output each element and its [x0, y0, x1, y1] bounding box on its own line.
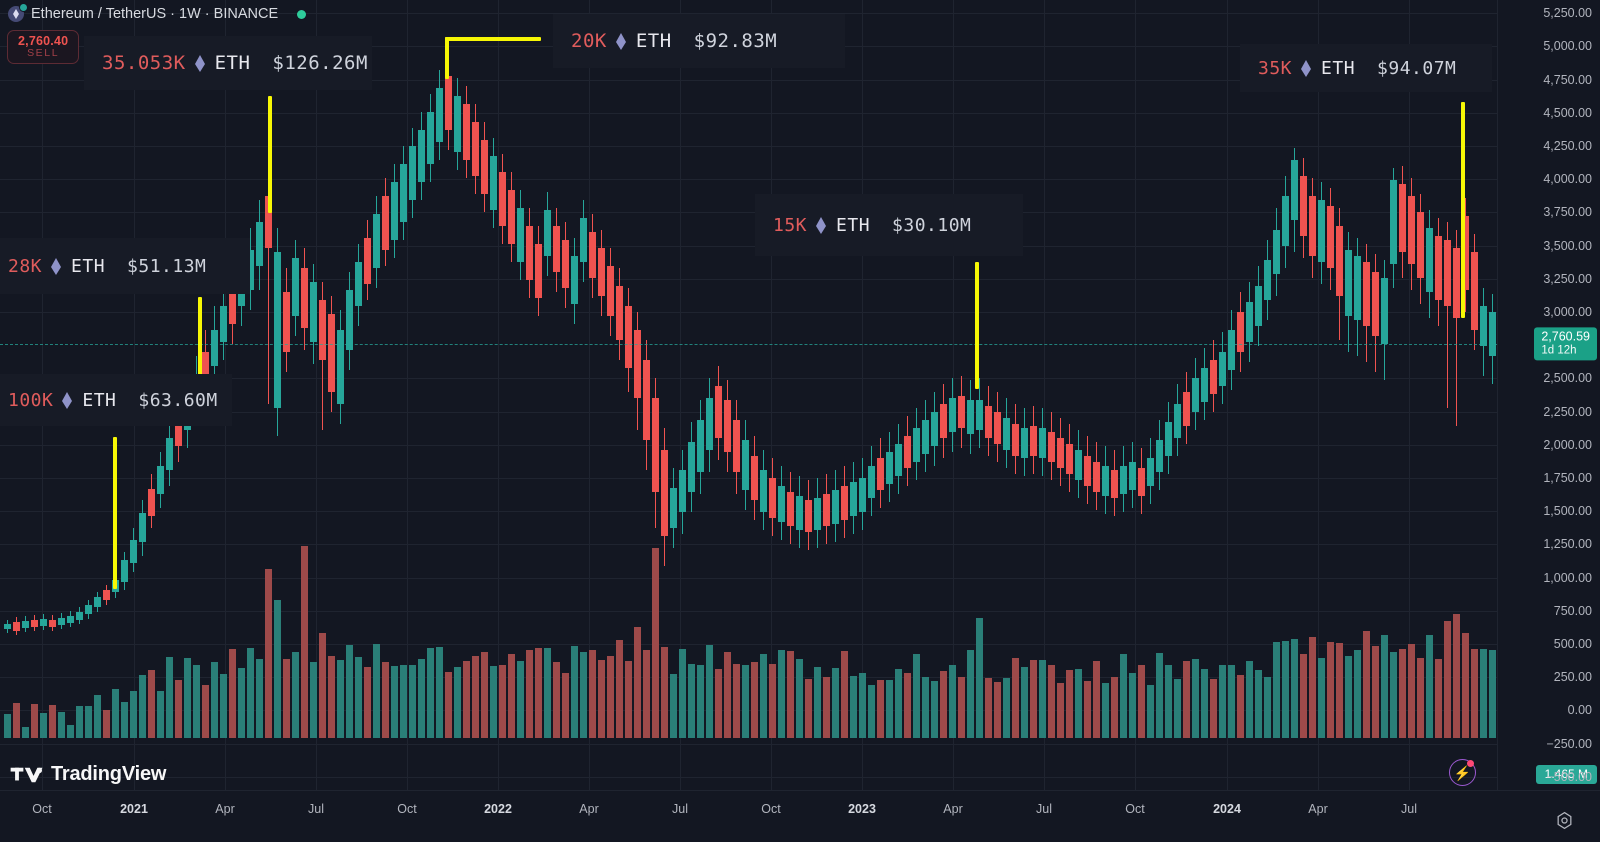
price-axis-tick: 2,500.00 [1543, 371, 1592, 386]
whale-alert-label: 100K ETH $63.60M [0, 374, 232, 426]
whale-alert-asset: ETH [836, 214, 871, 236]
time-axis-tick: Jul [1036, 802, 1052, 816]
symbol-title: Ethereum / TetherUS · 1W · BINANCE [31, 6, 279, 22]
current-price-value: 2,760.59 [1541, 329, 1590, 344]
market-open-dot-icon [297, 9, 307, 19]
whale-alert-label: 28K ETH $51.13M [0, 238, 250, 294]
whale-alert-asset: ETH [82, 389, 117, 411]
time-axis-tick: Oct [761, 802, 781, 816]
time-axis-tick: 2021 [120, 802, 148, 816]
whale-alert-label: 15K ETH $30.10M [755, 194, 1023, 256]
ethereum-logo-icon [8, 3, 28, 22]
market-open-badge-icon [19, 3, 28, 12]
price-axis-tick: −500.00 [1546, 769, 1592, 784]
price-axis-tick: 3,500.00 [1543, 238, 1592, 253]
price-axis[interactable]: 2,760.59 1d 12h 1.465 M 5,250.00 5,000.00… [1497, 0, 1600, 790]
price-axis-tick: 750.00 [1553, 603, 1592, 618]
price-axis-tick: 3,000.00 [1543, 305, 1592, 320]
time-axis-tick: Apr [943, 802, 963, 816]
gear-icon[interactable] [1555, 811, 1574, 830]
volume-marker-arm [445, 37, 541, 41]
whale-alert-value: $30.10M [892, 214, 972, 236]
whale-alert-quantity: 100K [8, 389, 54, 411]
time-axis-tick: Apr [1308, 802, 1328, 816]
volume-marker-line[interactable] [1461, 102, 1465, 318]
whale-alert-asset: ETH [1321, 57, 1356, 79]
lightning-glyph: ⚡ [1453, 764, 1472, 781]
whale-alert-label: 35K ETH $94.07M [1240, 44, 1492, 92]
time-axis-tick: Apr [215, 802, 235, 816]
price-axis-tick: 5,000.00 [1543, 39, 1592, 54]
sell-price-value: 2,760.40 [18, 34, 69, 48]
whale-alert-label: 35.053K ETH $126.26M [84, 36, 372, 90]
price-axis-tick: 0.00 [1567, 703, 1592, 718]
price-axis-tick: 3,750.00 [1543, 205, 1592, 220]
whale-alert-quantity: 35K [1258, 57, 1293, 79]
time-axis-tick: 2024 [1213, 802, 1241, 816]
whale-alert-asset: ETH [214, 52, 251, 74]
price-axis-tick: 1,000.00 [1543, 570, 1592, 585]
price-axis-tick: 1,500.00 [1543, 504, 1592, 519]
ethereum-diamond-icon [816, 216, 827, 234]
notification-dot-icon [1467, 760, 1474, 767]
whale-alert-quantity: 35.053K [102, 52, 186, 74]
time-axis-tick: Jul [308, 802, 324, 816]
whale-alert-value: $94.07M [1377, 57, 1457, 79]
time-axis-tick: 2023 [848, 802, 876, 816]
time-axis-tick: Oct [397, 802, 417, 816]
ethereum-diamond-icon [615, 32, 627, 50]
time-axis[interactable]: Oct 2021 Apr Jul Oct 2022 Apr Jul Oct 2023 Apr Jul O… [0, 790, 1600, 842]
symbol-header[interactable]: Ethereum / TetherUS · 1W · BINANCE [8, 3, 307, 22]
whale-alert-quantity: 28K [8, 255, 43, 277]
tradingview-watermark: TradingView [10, 763, 166, 786]
price-axis-tick: 1,750.00 [1543, 470, 1592, 485]
whale-alert-value: $126.26M [272, 52, 368, 74]
whale-alert-label: 20K ETH $92.83M [553, 14, 845, 68]
price-axis-tick: 3,250.00 [1543, 271, 1592, 286]
price-axis-tick: 250.00 [1553, 670, 1592, 685]
whale-alert-quantity: 15K [773, 214, 808, 236]
volume-marker-line[interactable] [445, 37, 449, 79]
lightning-bolt-icon[interactable]: ⚡ [1449, 759, 1476, 786]
tradingview-chart-app: 35.053K ETH $126.26M 20K ETH $92.83M 35K ETH $94… [0, 0, 1600, 842]
volume-marker-line[interactable] [975, 262, 979, 389]
whale-alert-asset: ETH [71, 255, 106, 277]
price-axis-tick: −250.00 [1546, 736, 1592, 751]
whale-alert-quantity: 20K [571, 30, 607, 52]
ethereum-diamond-icon [62, 391, 73, 409]
bar-countdown: 1d 12h [1541, 343, 1577, 356]
sell-label: SELL [27, 47, 60, 59]
whale-alert-value: $92.83M [693, 30, 778, 52]
whale-alert-value: $63.60M [138, 389, 218, 411]
whale-alert-asset: ETH [635, 30, 672, 52]
price-axis-tick: 2,250.00 [1543, 404, 1592, 419]
price-axis-tick: 4,750.00 [1543, 72, 1592, 87]
price-axis-tick: 5,250.00 [1543, 6, 1592, 21]
tradingview-logo-icon [10, 767, 43, 782]
time-axis-tick: Apr [579, 802, 599, 816]
ethereum-diamond-icon [194, 54, 206, 72]
tradingview-wordmark: TradingView [51, 763, 167, 785]
time-axis-tick: Jul [672, 802, 688, 816]
price-axis-tick: 4,000.00 [1543, 172, 1592, 187]
volume-marker-line[interactable] [113, 437, 117, 589]
ethereum-diamond-icon [51, 257, 62, 275]
volume-marker-line[interactable] [268, 96, 272, 213]
ethereum-diamond-icon [1301, 59, 1312, 77]
sell-price-badge[interactable]: 2,760.40 SELL [7, 30, 80, 64]
volume-marker-line[interactable] [198, 297, 202, 377]
price-axis-tick: 500.00 [1553, 636, 1592, 651]
time-axis-tick: Oct [32, 802, 52, 816]
price-axis-tick: 1,250.00 [1543, 537, 1592, 552]
whale-alert-value: $51.13M [127, 255, 207, 277]
time-axis-tick: Jul [1401, 802, 1417, 816]
time-axis-tick: Oct [1125, 802, 1145, 816]
price-axis-tick: 2,000.00 [1543, 437, 1592, 452]
price-axis-tick: 4,500.00 [1543, 105, 1592, 120]
time-axis-tick: 2022 [484, 802, 512, 816]
current-price-pill[interactable]: 2,760.59 1d 12h [1534, 327, 1597, 361]
price-axis-tick: 4,250.00 [1543, 139, 1592, 154]
